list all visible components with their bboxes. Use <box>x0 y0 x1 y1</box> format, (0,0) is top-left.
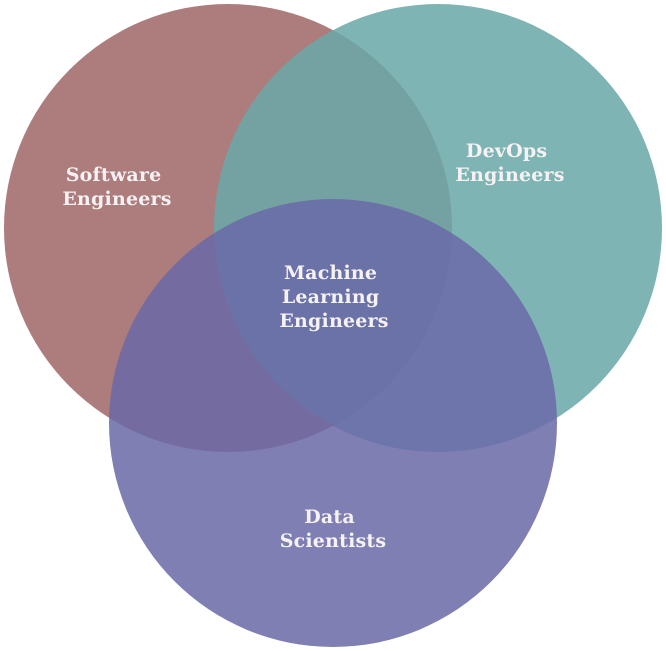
machine-learning-engineers-label-line1: Machine <box>284 262 377 284</box>
machine-learning-engineers-label: Machine Learning Engineers <box>279 262 388 332</box>
venn-diagram: Software Engineers DevOps Engineers Mach… <box>0 0 666 651</box>
data-scientists-label-line2: Scientists <box>280 530 387 552</box>
software-engineers-label-line2: Engineers <box>62 188 171 210</box>
software-engineers-label-line1: Software <box>66 164 162 186</box>
machine-learning-engineers-label-line2: Learning <box>282 286 380 308</box>
devops-engineers-label-line1: DevOps <box>466 140 547 162</box>
data-scientists-label-line1: Data <box>304 506 355 528</box>
devops-engineers-label-line2: Engineers <box>455 164 564 186</box>
machine-learning-engineers-label-line3: Engineers <box>279 310 388 332</box>
venn-diagram-svg: Software Engineers DevOps Engineers Mach… <box>4 4 662 647</box>
